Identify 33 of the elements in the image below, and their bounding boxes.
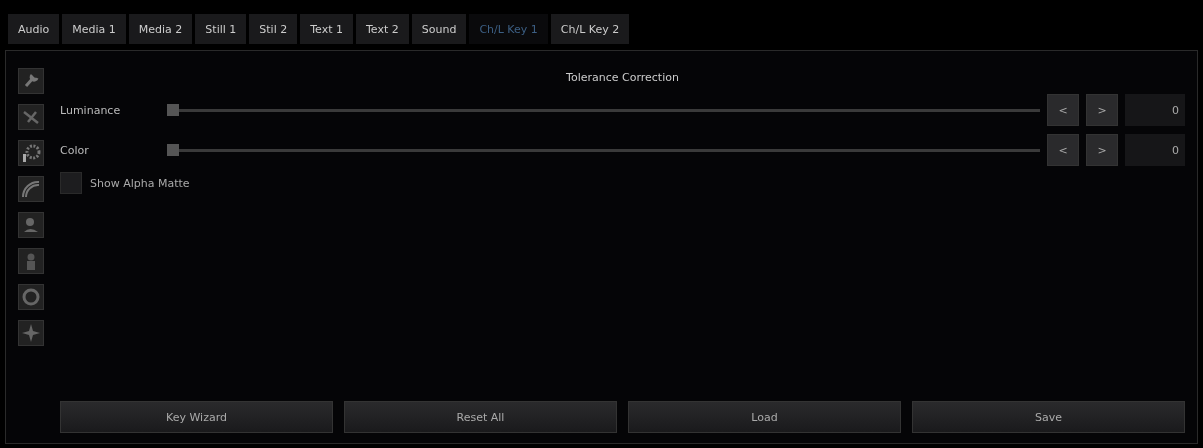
action-button[interactable]: Reset All: [344, 401, 617, 433]
figure-icon[interactable]: [18, 248, 44, 274]
tab[interactable]: Media 2: [128, 14, 193, 44]
gear-icon[interactable]: [18, 140, 44, 166]
person-icon[interactable]: [18, 212, 44, 238]
tab[interactable]: Text 1: [300, 14, 353, 44]
slider[interactable]: [167, 104, 1040, 116]
tab[interactable]: Still 1: [195, 14, 247, 44]
tab[interactable]: Media 1: [62, 14, 126, 44]
tab[interactable]: Text 2: [356, 14, 409, 44]
tab[interactable]: Sound: [411, 14, 467, 44]
increment-button[interactable]: >: [1086, 134, 1118, 166]
decrement-button[interactable]: <: [1047, 134, 1079, 166]
slider-label: Color: [60, 143, 90, 157]
action-button[interactable]: Key Wizard: [60, 401, 333, 433]
arc-icon[interactable]: [18, 176, 44, 202]
slider-thumb[interactable]: [167, 104, 179, 116]
checkbox-label: Show Alpha Matte: [90, 176, 190, 190]
slider[interactable]: [167, 144, 1040, 156]
section-title: Tolerance Correction: [565, 71, 680, 84]
ring-icon[interactable]: [18, 284, 44, 310]
tab[interactable]: Stil 2: [249, 14, 298, 44]
tab[interactable]: Ch/L Key 2: [550, 14, 630, 44]
slider-label: Luminance: [60, 103, 122, 117]
value-field[interactable]: 0: [1125, 134, 1185, 166]
slider-thumb[interactable]: [167, 144, 179, 156]
tab[interactable]: Audio: [8, 14, 60, 44]
action-button[interactable]: Save: [912, 401, 1185, 433]
decrement-button[interactable]: <: [1047, 94, 1079, 126]
increment-button[interactable]: >: [1086, 94, 1118, 126]
checkbox[interactable]: [60, 172, 82, 194]
value-field[interactable]: 0: [1125, 94, 1185, 126]
action-button[interactable]: Load: [628, 401, 901, 433]
